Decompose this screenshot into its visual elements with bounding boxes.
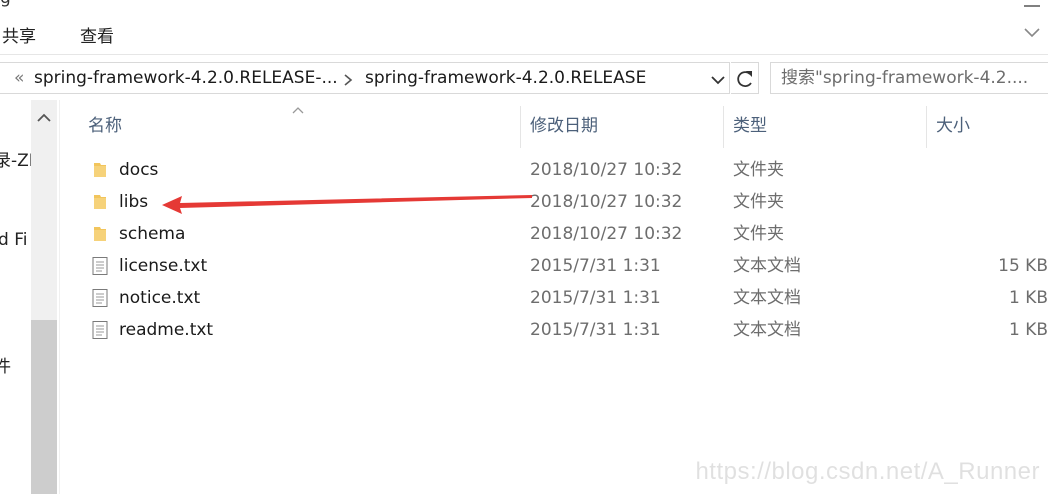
column-header-size[interactable]: 大小 bbox=[936, 110, 970, 144]
file-date: 2018/10/27 10:32 bbox=[530, 224, 683, 244]
nav-item-fragment[interactable]: 件 bbox=[0, 352, 11, 377]
file-date: 2015/7/31 1:31 bbox=[530, 256, 661, 276]
file-name[interactable]: notice.txt bbox=[119, 282, 200, 314]
file-date: 2018/10/27 10:32 bbox=[530, 160, 683, 180]
file-type: 文本文档 bbox=[733, 256, 801, 276]
file-name[interactable]: license.txt bbox=[119, 250, 207, 282]
watermark: https://blog.csdn.net/A_Runner bbox=[695, 458, 1040, 485]
tab-view[interactable]: 查看 bbox=[80, 22, 114, 47]
file-row-license[interactable]: license.txt 2015/7/31 1:31 文本文档 15 KB bbox=[80, 250, 1048, 282]
column-divider[interactable] bbox=[520, 106, 521, 148]
address-bar[interactable]: « spring-framework-4.2.0.RELEASE-... spr… bbox=[0, 62, 730, 94]
file-row-notice[interactable]: notice.txt 2015/7/31 1:31 文本文档 1 KB bbox=[80, 282, 1048, 314]
column-header-date[interactable]: 修改日期 bbox=[530, 110, 598, 144]
file-row-schema[interactable]: schema 2018/10/27 10:32 文件夹 bbox=[80, 218, 1048, 250]
text-file-icon bbox=[90, 288, 110, 308]
column-header-type[interactable]: 类型 bbox=[733, 110, 767, 144]
file-type: 文件夹 bbox=[733, 224, 784, 244]
text-file-icon bbox=[90, 256, 110, 276]
file-type: 文本文档 bbox=[733, 320, 801, 340]
file-size: 1 KB bbox=[1008, 320, 1048, 340]
scroll-up-icon[interactable] bbox=[36, 110, 52, 126]
column-divider[interactable] bbox=[723, 106, 724, 148]
file-name[interactable]: docs bbox=[119, 154, 158, 186]
breadcrumb-overflow[interactable]: « bbox=[14, 63, 24, 94]
breadcrumb-current[interactable]: spring-framework-4.2.0.RELEASE bbox=[365, 63, 646, 94]
ribbon: g 共享 查看 bbox=[0, 0, 1048, 55]
file-date: 2015/7/31 1:31 bbox=[530, 288, 661, 308]
refresh-button[interactable] bbox=[731, 62, 759, 94]
breadcrumb-parent[interactable]: spring-framework-4.2.0.RELEASE-... bbox=[34, 63, 338, 94]
nav-item-fragment[interactable]: d Fi bbox=[0, 230, 27, 250]
scroll-thumb[interactable] bbox=[31, 320, 57, 494]
file-row-readme[interactable]: readme.txt 2015/7/31 1:31 文本文档 1 KB bbox=[80, 314, 1048, 346]
refresh-icon bbox=[737, 71, 752, 87]
file-type: 文件夹 bbox=[733, 192, 784, 212]
annotation-arrow bbox=[162, 195, 532, 214]
folder-icon bbox=[90, 192, 110, 212]
address-history-chevron-icon[interactable] bbox=[710, 72, 726, 86]
chevron-down-icon[interactable] bbox=[1020, 20, 1044, 44]
file-row-docs[interactable]: docs 2018/10/27 10:32 文件夹 bbox=[80, 154, 1048, 186]
text-file-icon bbox=[90, 320, 110, 340]
file-name[interactable]: libs bbox=[119, 186, 148, 218]
window-title-fragment: g bbox=[0, 0, 11, 8]
search-input[interactable]: 搜索"spring-framework-4.2.... bbox=[781, 63, 1028, 94]
file-name[interactable]: readme.txt bbox=[119, 314, 213, 346]
file-date: 2015/7/31 1:31 bbox=[530, 320, 661, 340]
file-size: 1 KB bbox=[1008, 288, 1048, 308]
column-divider[interactable] bbox=[926, 106, 927, 148]
file-name[interactable]: schema bbox=[119, 218, 185, 250]
tab-share[interactable]: 共享 bbox=[2, 22, 36, 47]
folder-icon bbox=[90, 160, 110, 180]
file-type: 文本文档 bbox=[733, 288, 801, 308]
search-box[interactable]: 搜索"spring-framework-4.2.... bbox=[770, 62, 1048, 94]
column-header-name[interactable]: 名称 bbox=[88, 110, 122, 144]
minimize-icon[interactable] bbox=[1008, 0, 1048, 7]
folder-icon bbox=[90, 224, 110, 244]
sort-ascending-icon bbox=[290, 100, 306, 114]
file-date: 2018/10/27 10:32 bbox=[530, 192, 683, 212]
file-size: 15 KB bbox=[998, 256, 1048, 276]
breadcrumb-separator-icon[interactable] bbox=[343, 72, 353, 86]
file-type: 文件夹 bbox=[733, 160, 784, 180]
